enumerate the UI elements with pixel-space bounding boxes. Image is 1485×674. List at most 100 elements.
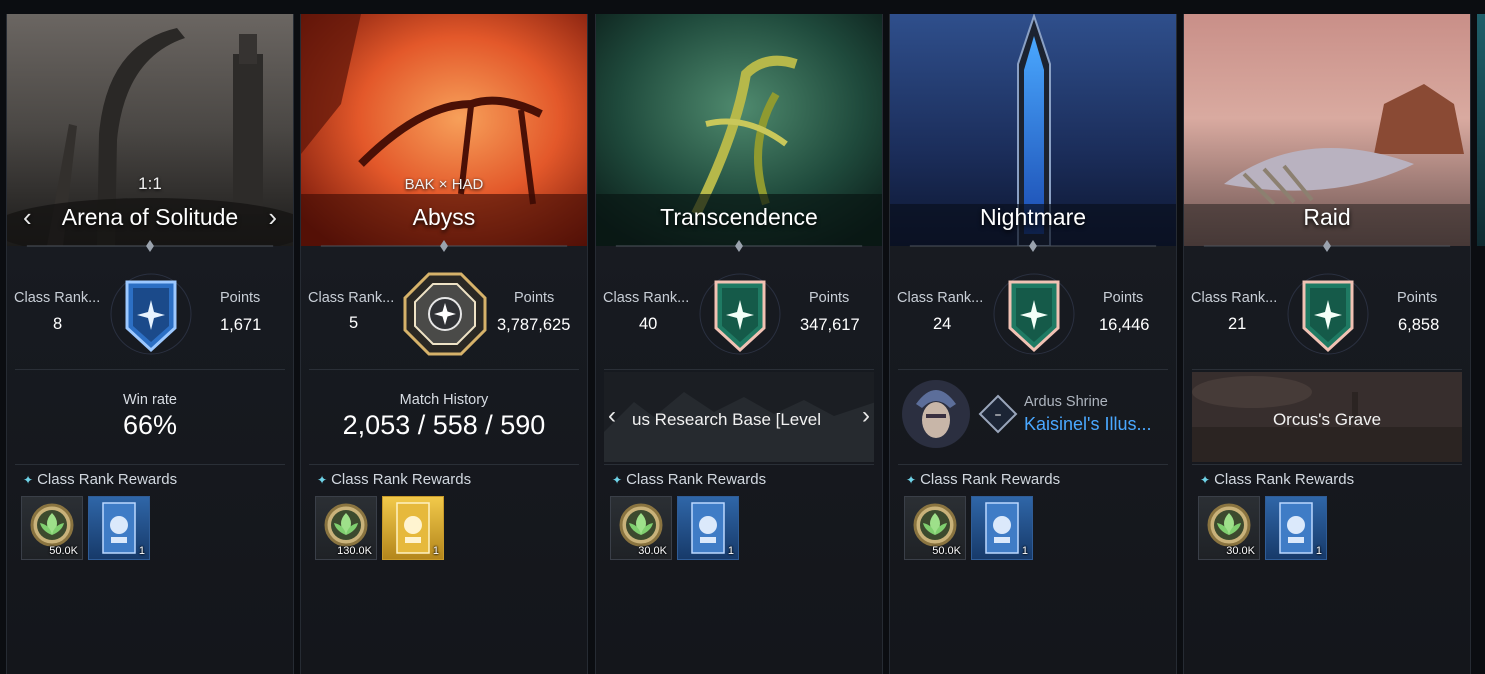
gold-octagon-icon bbox=[403, 272, 487, 356]
divider bbox=[898, 369, 1168, 370]
points-label: Points bbox=[1397, 290, 1438, 306]
class-rank-value: 5 bbox=[349, 314, 359, 332]
star-icon: ✦ bbox=[612, 473, 623, 487]
reward-gold-ticket[interactable]: 1 bbox=[382, 496, 444, 560]
divider-ornament-icon bbox=[26, 240, 274, 252]
raid-name: Orcus's Grave bbox=[1272, 410, 1382, 429]
reward-qty: 1 bbox=[727, 545, 734, 557]
divider bbox=[604, 369, 874, 370]
star-icon: ✦ bbox=[906, 473, 917, 487]
reward-blue-ticket[interactable]: 1 bbox=[1265, 496, 1327, 560]
points-label: Points bbox=[1103, 290, 1144, 306]
blue-star-shield-icon bbox=[110, 273, 192, 355]
arena-banner-image: 1:1 ‹ Arena of Solitude › bbox=[7, 14, 293, 246]
win-rate-label: Win rate bbox=[123, 392, 177, 408]
points-value: 6,858 bbox=[1398, 316, 1440, 334]
reward-blue-ticket[interactable]: 1 bbox=[677, 496, 739, 560]
mode-title: Arena of Solitude bbox=[61, 204, 239, 230]
green-star-shield-icon bbox=[1287, 273, 1369, 355]
raid-selector[interactable]: Orcus's Grave bbox=[1192, 372, 1462, 462]
card-nightmare[interactable]: Nightmare Class Rank... 24 Points 16,446… bbox=[889, 14, 1177, 674]
points-label: Points bbox=[514, 290, 555, 306]
card-transcendence[interactable]: Transcendence Class Rank... 40 Points 34… bbox=[595, 14, 883, 674]
star-icon: ✦ bbox=[1200, 473, 1211, 487]
divider-ornament-icon bbox=[320, 240, 568, 252]
reward-leaf-coin[interactable]: 30.0K bbox=[1198, 496, 1260, 560]
map-selector[interactable]: ‹ us Research Base [Level › bbox=[604, 372, 874, 462]
divider bbox=[15, 464, 285, 465]
divider-ornament-icon bbox=[909, 240, 1157, 252]
reward-qty: 1 bbox=[1021, 545, 1028, 557]
abyss-banner-image: BAK × HAD Abyss bbox=[301, 14, 587, 246]
boss-location: Ardus Shrine bbox=[1024, 394, 1108, 410]
points-value: 16,446 bbox=[1099, 316, 1150, 334]
reward-qty: 1 bbox=[1315, 545, 1322, 557]
reward-blue-ticket[interactable]: 1 bbox=[971, 496, 1033, 560]
class-rank-value: 24 bbox=[933, 315, 952, 333]
next-arrow-icon[interactable]: › bbox=[268, 202, 277, 233]
raid-banner-image: Raid bbox=[1184, 14, 1470, 246]
difficulty-badge: – bbox=[995, 407, 1002, 423]
divider bbox=[1192, 369, 1462, 370]
rewards-title: ✦ Class Rank Rewards bbox=[906, 471, 1061, 488]
divider bbox=[309, 369, 579, 370]
reward-blue-ticket[interactable]: 1 bbox=[88, 496, 150, 560]
mode-title: Abyss bbox=[412, 204, 476, 230]
divider bbox=[1192, 464, 1462, 465]
divider bbox=[309, 464, 579, 465]
points-value: 3,787,625 bbox=[497, 316, 571, 334]
divider bbox=[898, 464, 1168, 465]
next-card-edge bbox=[1477, 14, 1485, 246]
reward-qty: 50.0K bbox=[49, 545, 78, 557]
points-label: Points bbox=[220, 290, 261, 306]
divider-ornament-icon bbox=[1203, 240, 1451, 252]
green-star-shield-icon bbox=[993, 273, 1075, 355]
boss-portrait[interactable] bbox=[898, 374, 974, 450]
win-rate-value: 66% bbox=[122, 410, 178, 440]
rewards-title: ✦ Class Rank Rewards bbox=[23, 471, 178, 488]
reward-qty: 1 bbox=[138, 545, 145, 557]
class-rank-label: Class Rank... bbox=[603, 290, 690, 306]
mode-subtitle: 1:1 bbox=[138, 174, 162, 193]
points-value: 1,671 bbox=[220, 316, 262, 334]
reward-leaf-coin[interactable]: 130.0K bbox=[315, 496, 377, 560]
mode-subtitle: BAK × HAD bbox=[404, 176, 484, 193]
star-icon: ✦ bbox=[317, 473, 328, 487]
mode-title: Raid bbox=[1303, 204, 1351, 230]
class-rank-label: Class Rank... bbox=[1191, 290, 1278, 306]
prev-map-arrow-icon[interactable]: ‹ bbox=[608, 402, 616, 430]
reward-qty: 130.0K bbox=[337, 545, 372, 557]
match-history-label: Match History bbox=[399, 392, 489, 408]
class-rank-label: Class Rank... bbox=[897, 290, 984, 306]
card-abyss[interactable]: BAK × HAD Abyss Class Rank... 5 Points 3… bbox=[300, 14, 588, 674]
boss-name[interactable]: Kaisinel's Illus... bbox=[1024, 414, 1152, 435]
mode-title: Transcendence bbox=[660, 204, 818, 230]
reward-qty: 30.0K bbox=[1226, 545, 1255, 557]
class-rank-value: 21 bbox=[1228, 315, 1247, 333]
reward-qty: 1 bbox=[432, 545, 439, 557]
star-icon: ✦ bbox=[23, 473, 34, 487]
reward-leaf-coin[interactable]: 50.0K bbox=[904, 496, 966, 560]
nightmare-banner-image: Nightmare bbox=[890, 14, 1176, 246]
reward-leaf-coin[interactable]: 50.0K bbox=[21, 496, 83, 560]
divider bbox=[15, 369, 285, 370]
class-rank-value: 40 bbox=[639, 315, 658, 333]
reward-qty: 50.0K bbox=[932, 545, 961, 557]
transcendence-banner-image: Transcendence bbox=[596, 14, 882, 246]
mode-title: Nightmare bbox=[979, 204, 1087, 230]
divider bbox=[604, 464, 874, 465]
next-map-arrow-icon[interactable]: › bbox=[862, 402, 870, 430]
card-arena-of-solitude[interactable]: 1:1 ‹ Arena of Solitude › Class Rank... … bbox=[6, 14, 294, 674]
boss-portrait-image bbox=[902, 380, 970, 448]
class-rank-label: Class Rank... bbox=[14, 290, 101, 306]
reward-qty: 30.0K bbox=[638, 545, 667, 557]
rewards-title: ✦ Class Rank Rewards bbox=[1200, 471, 1355, 488]
difficulty-diamond-icon: – bbox=[978, 394, 1018, 434]
rewards-title: ✦ Class Rank Rewards bbox=[317, 471, 472, 488]
divider-ornament-icon bbox=[615, 240, 863, 252]
reward-leaf-coin[interactable]: 30.0K bbox=[610, 496, 672, 560]
green-star-shield-icon bbox=[699, 273, 781, 355]
match-history-value: 2,053 / 558 / 590 bbox=[342, 410, 546, 440]
card-raid[interactable]: Raid Class Rank... 21 Points 6,858 Orcus… bbox=[1183, 14, 1471, 674]
rewards-title: ✦ Class Rank Rewards bbox=[612, 471, 767, 488]
